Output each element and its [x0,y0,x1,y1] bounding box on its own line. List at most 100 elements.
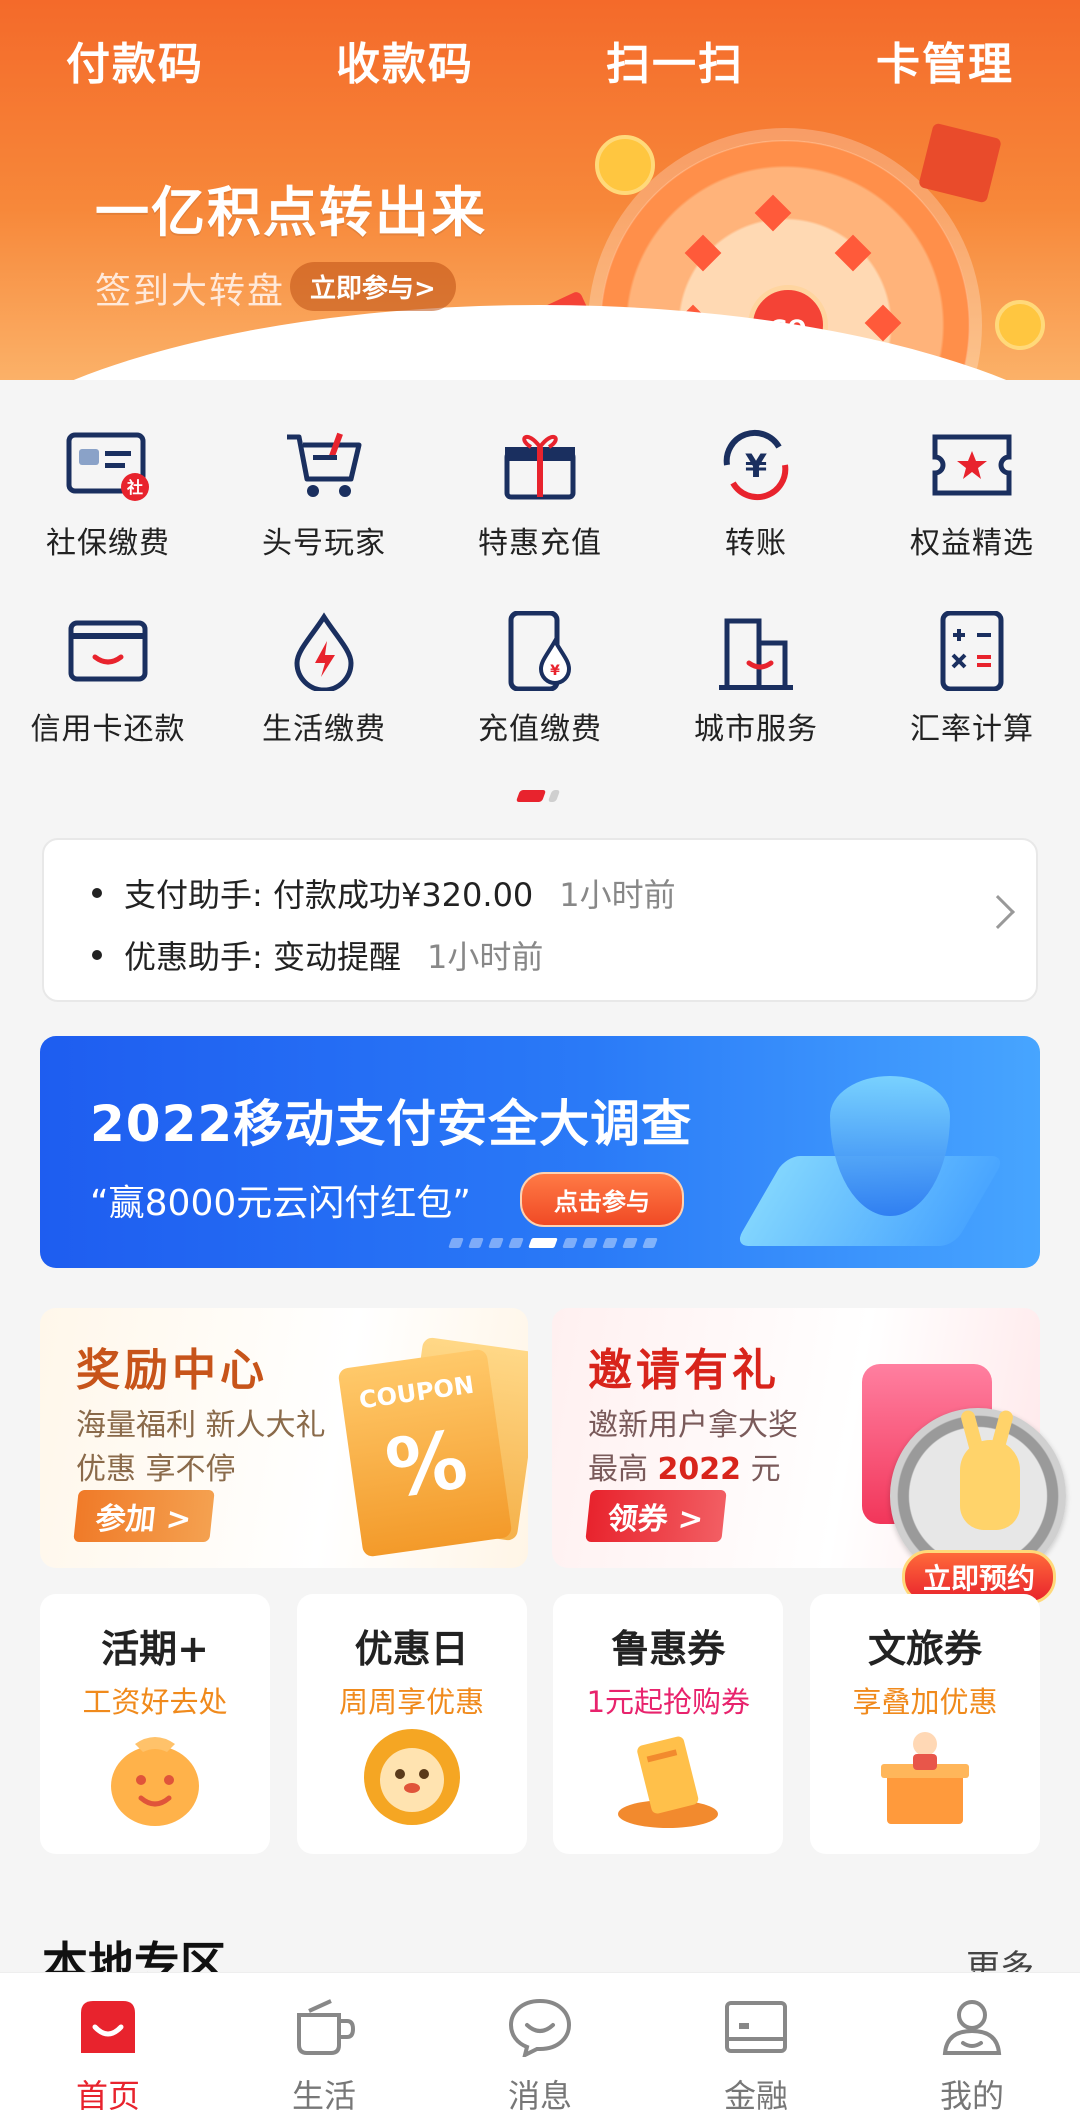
banner-join-button[interactable]: 点击参与 [520,1172,684,1227]
cup-icon [289,1995,359,2059]
chat-bubble-icon [505,1995,575,2059]
invite-line: 邀新用户拿大奖 [588,1408,798,1443]
coupon-text: COUPON [357,1370,476,1415]
header-banner: GO 付款码 收款码 扫一扫 卡管理 一亿积点转出来 签到大转盘 立即参与> [0,0,1080,380]
coupon-stack-icon [618,1736,719,1828]
ticket-star-icon [927,420,1017,510]
join-now-button[interactable]: 立即参与> [290,262,456,311]
page-dot-active [515,790,547,802]
promo-title[interactable]: 一亿积点转出来 [95,168,487,247]
nav-label: 消息 [507,2077,572,2115]
shopping-cart-icon [279,420,369,510]
grid-item-social-security[interactable]: 社 社保缴费 [0,420,216,606]
scan-button[interactable]: 扫一扫 [540,28,810,92]
nav-home[interactable]: 首页 [0,1973,216,2121]
notification-time: 1小时前 [426,938,544,976]
chevron-right-icon[interactable] [981,895,1015,929]
grid-item-label: 生活缴费 [262,712,386,747]
invite-amount: 2022 [657,1452,742,1487]
reward-line: 海量福利 新人大礼 [76,1408,326,1443]
gift-icon [495,420,585,510]
utility-drop-icon [279,606,369,696]
notification-text: 支付助手: 付款成功¥320.00 [124,876,534,914]
page-dot [547,790,561,802]
invite-prefix: 最高 [588,1452,648,1487]
lion-mascot-icon [363,1729,460,1825]
lu-coupon-card[interactable]: 鲁惠券 1元起抢购券 [553,1594,784,1854]
phone-recharge-icon: ¥ [495,606,585,696]
grid-item-recharge-deal[interactable]: 特惠充值 [432,420,648,606]
page-dot [468,1238,484,1248]
reward-line: 优惠 享不停 [76,1452,236,1487]
home-smile-icon [73,1995,143,2059]
calculator-icon [927,606,1017,696]
receive-code-button[interactable]: 收款码 [270,28,540,92]
grid-item-label: 汇率计算 [910,712,1034,747]
grid-item-utility-bills[interactable]: 生活缴费 [216,606,432,792]
notification-time: 1小时前 [559,876,676,914]
user-profile-icon [937,1995,1007,2059]
card-subtitle: 工资好去处 [82,1685,228,1719]
notification-text: 优惠助手: 变动提醒 [124,938,401,976]
page-dot [562,1238,578,1248]
gift-box-icon [918,122,1002,204]
nav-life[interactable]: 生活 [216,1973,432,2121]
grid-item-label: 特惠充值 [478,526,602,561]
notification-panel[interactable]: 支付助手: 付款成功¥320.00 1小时前 优惠助手: 变动提醒 1小时前 [42,838,1038,1002]
social-badge: 社 [126,478,143,497]
grid-item-label: 转账 [725,526,787,561]
page-dot [508,1238,524,1248]
yuan-transfer-icon: ¥ [711,420,801,510]
social-security-card-icon: 社 [63,420,153,510]
nav-label: 金融 [723,2077,788,2115]
card-title: 优惠日 [354,1627,469,1671]
grid-item-label: 充值缴费 [478,712,602,747]
current-deposit-card[interactable]: 活期+ 工资好去处 [40,1594,270,1854]
gift-box-person-icon [880,1732,969,1824]
nav-messages[interactable]: 消息 [432,1973,648,2121]
card-subtitle: 周周享优惠 [339,1685,485,1719]
percent-symbol: % [380,1412,473,1517]
claim-coupon-button[interactable]: 领券 > [585,1490,727,1542]
nav-finance[interactable]: 金融 [648,1973,864,2121]
banner-page-indicator [448,1238,658,1248]
security-survey-banner[interactable]: 2022移动支付安全大调查 “赢8000元云闪付红包” 点击参与 [40,1036,1040,1268]
page-dot [602,1238,618,1248]
grid-page-indicator [515,790,561,802]
nav-label: 首页 [75,2077,140,2115]
grid-item-label: 头号玩家 [262,526,386,561]
grid-item-rights-selection[interactable]: 权益精选 [864,420,1080,606]
grid-item-credit-card-repay[interactable]: 信用卡还款 [0,606,216,792]
invite-suffix: 元 [750,1452,781,1487]
city-building-icon [711,606,801,696]
quick-services-grid: 社 社保缴费 头号玩家 特惠充值 ¥ 转账 权益精选 信用卡还款 生活缴费 ¥ … [0,420,1080,792]
coin-icon [995,300,1045,350]
notification-item[interactable]: 支付助手: 付款成功¥320.00 1小时前 [92,870,676,916]
banner-title: 2022移动支付安全大调查 [90,1095,693,1153]
wallet-card-icon [721,1995,791,2059]
bullet-dot [92,888,102,898]
grid-item-phone-recharge[interactable]: ¥ 充值缴费 [432,606,648,792]
reward-center-title: 奖励中心 [76,1345,268,1396]
grid-item-transfer[interactable]: ¥ 转账 [648,420,864,606]
culture-tourism-coupon-card[interactable]: 文旅券 享叠加优惠 [809,1594,1040,1854]
grid-item-label: 信用卡还款 [30,712,186,747]
page-dot [642,1238,658,1248]
join-button[interactable]: 参加 > [73,1490,215,1542]
svg-text:¥: ¥ [745,447,767,485]
grid-item-exchange-rate[interactable]: 汇率计算 [864,606,1080,792]
card-title: 文旅券 [867,1627,982,1671]
banner-subtitle: “赢8000元云闪付红包” [90,1183,471,1224]
card-title: 鲁惠券 [611,1627,726,1671]
discount-day-card[interactable]: 优惠日 周周享优惠 [296,1594,527,1854]
grid-item-top-player[interactable]: 头号玩家 [216,420,432,606]
grid-item-city-services[interactable]: 城市服务 [648,606,864,792]
payment-code-button[interactable]: 付款码 [0,28,270,92]
svg-text:¥: ¥ [550,663,560,679]
grid-item-label: 城市服务 [694,712,818,747]
notification-item[interactable]: 优惠助手: 变动提醒 1小时前 [92,932,543,978]
coupon-icon: COUPON % [337,1348,513,1558]
reward-center-card[interactable]: 奖励中心 海量福利 新人大礼 优惠 享不停 参加 > COUPON % [40,1308,528,1568]
nav-profile[interactable]: 我的 [864,1973,1080,2121]
card-management-button[interactable]: 卡管理 [810,28,1080,92]
